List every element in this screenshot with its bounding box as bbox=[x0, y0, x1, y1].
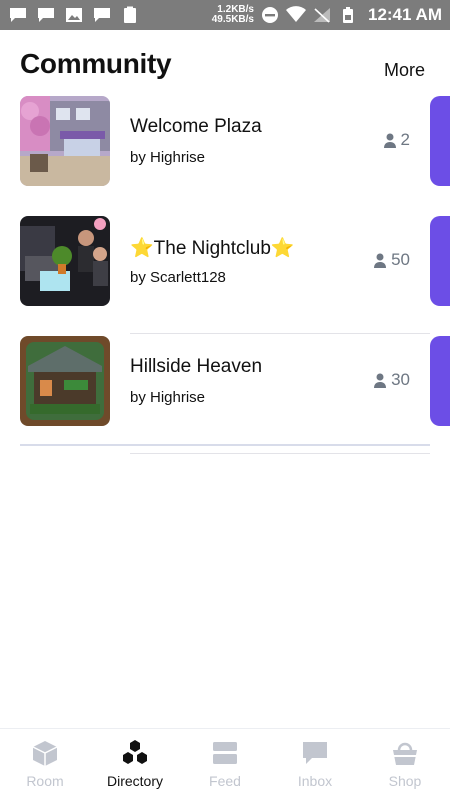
shop-basket-icon bbox=[393, 742, 417, 765]
chat-notification-icon bbox=[92, 6, 112, 24]
user-count-text: 30 bbox=[391, 370, 410, 389]
clipboard-notification-icon bbox=[120, 6, 140, 24]
room-name: Welcome Plaza bbox=[130, 116, 262, 137]
feed-icon bbox=[213, 742, 237, 764]
status-bar: 1.2KB/s 49.5KB/s 12:41 AM bbox=[0, 0, 450, 30]
room-thumbnail[interactable] bbox=[20, 216, 110, 306]
room-owner: by Scarlett128 bbox=[130, 269, 226, 286]
tab-shop[interactable]: Shop bbox=[360, 729, 450, 800]
join-room-tab[interactable] bbox=[430, 96, 450, 186]
tab-inbox[interactable]: Inbox bbox=[270, 729, 360, 800]
directory-hex-icon bbox=[123, 740, 147, 764]
person-icon bbox=[374, 373, 387, 388]
tab-label: Shop bbox=[388, 773, 422, 789]
clock-text: 12:41 AM bbox=[367, 5, 442, 24]
room-list: Welcome Plaza by Highrise 2 ⭐The Nightcl… bbox=[0, 94, 450, 454]
message-notification-icon bbox=[8, 6, 28, 24]
chat-notification-icon bbox=[36, 6, 56, 24]
battery-icon bbox=[338, 6, 358, 24]
room-name: Hillside Heaven bbox=[130, 356, 263, 377]
user-count: 2 bbox=[383, 130, 410, 150]
image-notification-icon bbox=[64, 6, 84, 24]
inbox-chat-icon bbox=[303, 742, 327, 764]
room-name: ⭐The Nightclub⭐ bbox=[130, 238, 295, 259]
person-icon bbox=[374, 253, 387, 268]
room-row-welcome-plaza[interactable]: Welcome Plaza by Highrise 2 bbox=[0, 94, 450, 214]
join-room-tab[interactable] bbox=[430, 216, 450, 306]
row-divider bbox=[130, 453, 430, 454]
tab-room[interactable]: Room bbox=[0, 729, 90, 800]
header: Community More bbox=[0, 30, 450, 94]
list-end-divider bbox=[20, 444, 430, 446]
room-row-the-nightclub[interactable]: ⭐The Nightclub⭐ by Scarlett128 50 bbox=[0, 214, 450, 334]
room-thumbnail[interactable] bbox=[20, 336, 110, 426]
user-count-text: 50 bbox=[391, 250, 410, 269]
room-row-hillside-heaven[interactable]: Hillside Heaven by Highrise 30 bbox=[0, 334, 450, 454]
person-icon bbox=[383, 133, 396, 148]
wifi-icon bbox=[285, 6, 306, 24]
tab-label: Room bbox=[26, 773, 64, 789]
join-room-tab[interactable] bbox=[430, 336, 450, 426]
net-down-text: 49.5KB/s bbox=[211, 14, 254, 25]
user-count-text: 2 bbox=[400, 130, 410, 149]
page-title: Community bbox=[20, 48, 172, 79]
user-count: 30 bbox=[373, 370, 410, 390]
tab-feed[interactable]: Feed bbox=[180, 729, 270, 800]
bottom-tab-bar: Room Directory Feed Inbox Shop bbox=[0, 728, 450, 800]
room-thumbnail[interactable] bbox=[20, 96, 110, 186]
network-speed: 1.2KB/s 49.5KB/s bbox=[212, 5, 254, 25]
no-signal-icon bbox=[312, 6, 332, 24]
do-not-disturb-icon bbox=[260, 6, 280, 24]
tab-label: Feed bbox=[209, 773, 241, 789]
room-owner: by Highrise bbox=[130, 149, 206, 166]
user-count: 50 bbox=[373, 250, 410, 270]
tab-label: Inbox bbox=[297, 773, 333, 789]
room-cube-icon bbox=[32, 741, 58, 766]
more-link[interactable]: More bbox=[384, 60, 425, 81]
tab-directory[interactable]: Directory bbox=[90, 729, 180, 800]
room-owner: by Highrise bbox=[130, 389, 206, 406]
tab-label: Directory bbox=[106, 773, 163, 789]
